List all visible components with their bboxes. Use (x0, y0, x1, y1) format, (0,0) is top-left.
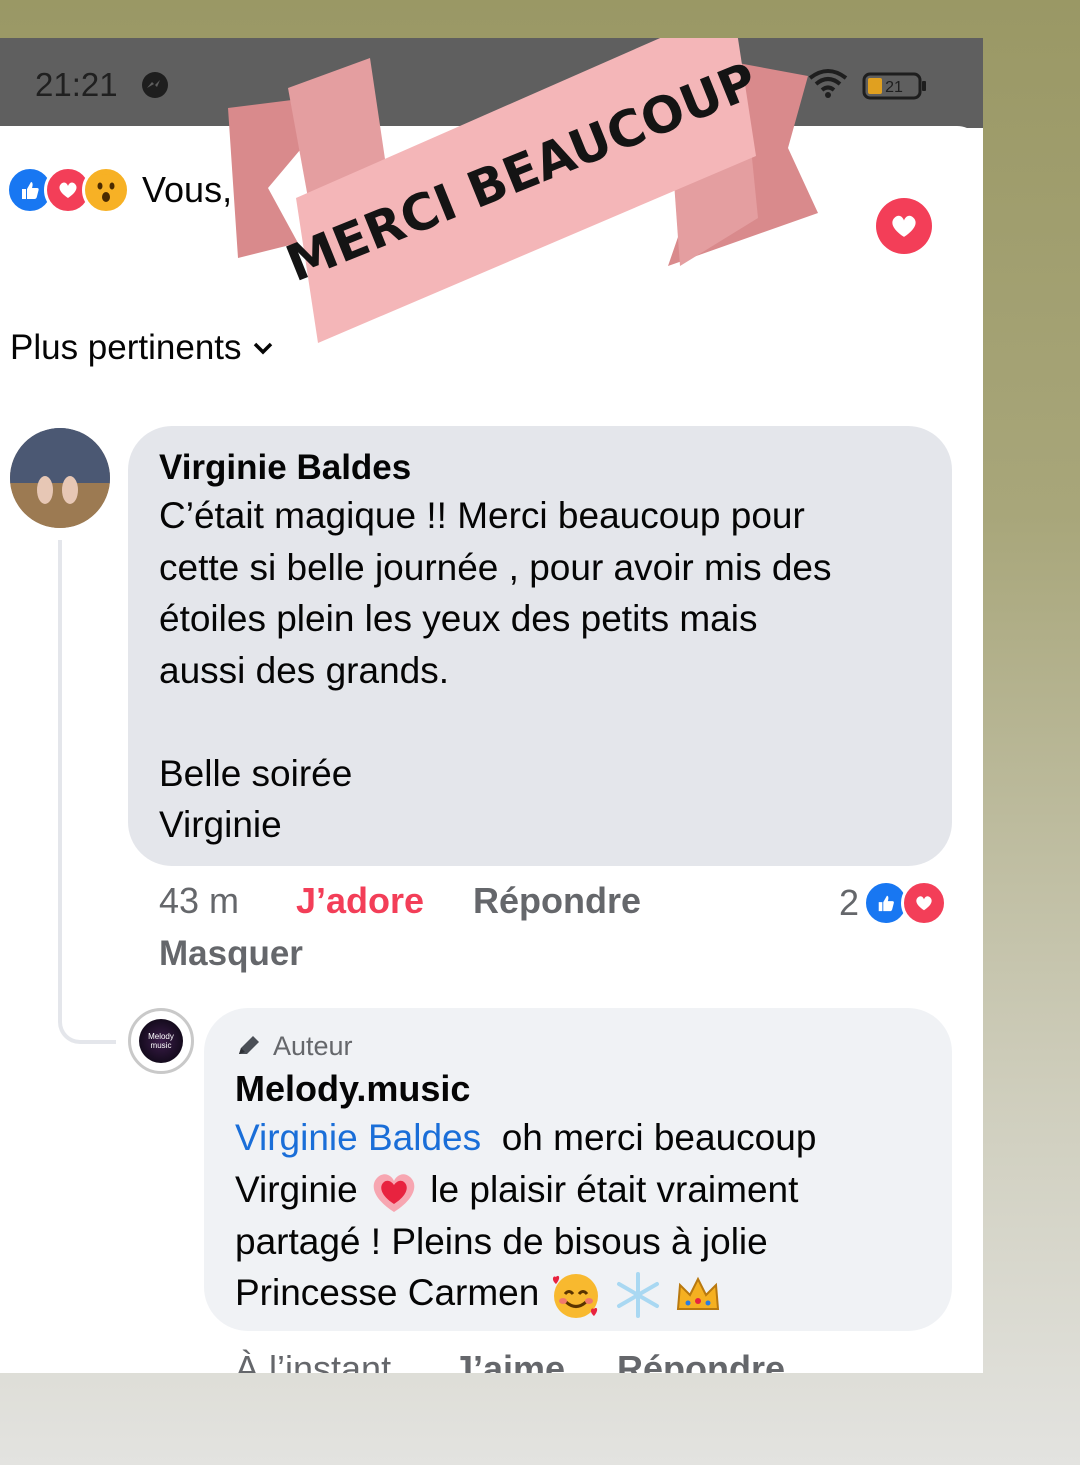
heart-icon (892, 215, 916, 237)
reactions-summary[interactable]: Vous, L (6, 166, 262, 214)
comment-text: C’était magique !! Merci beaucoup pour c… (159, 495, 832, 845)
pen-icon (239, 1036, 259, 1054)
avatar-virginie[interactable] (10, 428, 110, 528)
avatar-logo-text: Melody music (139, 1019, 183, 1063)
reaction-count-number: 2 (839, 882, 860, 923)
reply-author[interactable]: Melody.music (235, 1066, 922, 1112)
smiling-face-with-hearts-emoji (552, 1274, 598, 1319)
reply-text-line2b: le plaisir était vraiment (430, 1168, 799, 1210)
author-badge: Auteur (235, 1026, 922, 1066)
reply-time: À l’instant (235, 1348, 392, 1373)
status-time: 21:21 (35, 66, 118, 103)
reply-text-line4: Princesse Carmen (235, 1272, 540, 1314)
reply-text-line3: partagé ! Pleins de bisous à jolie (235, 1220, 768, 1262)
love-button[interactable]: J’adore (296, 880, 424, 922)
thread-line (58, 540, 116, 1044)
phone-screen: 21:21 21 Vous, L Plus pertinents Virgini… (0, 38, 983, 1373)
reply-bubble[interactable]: Auteur Melody.music Virginie Baldes oh m… (204, 1008, 952, 1331)
reply-button[interactable]: Répondre (473, 880, 641, 922)
reply-text-line2a: Virginie (235, 1168, 358, 1210)
crown-emoji (677, 1277, 720, 1311)
love-react-button[interactable] (876, 198, 932, 254)
comment-bubble[interactable]: Virginie Baldes C’était magique !! Merci… (128, 426, 952, 866)
hide-replies-button[interactable]: Masquer (159, 934, 303, 974)
growing-heart-emoji (373, 1173, 415, 1212)
merci-banner: MERCI BEAUCOUP (228, 38, 818, 343)
comment-time: 43 m (159, 880, 240, 921)
like-button[interactable]: J’aime (453, 1348, 565, 1373)
comment-author[interactable]: Virginie Baldes (159, 446, 922, 490)
mention-link[interactable]: Virginie Baldes (235, 1117, 481, 1158)
battery-icon: 21 (862, 72, 928, 100)
love-icon (901, 880, 948, 926)
reaction-count[interactable]: 2 (839, 880, 948, 926)
sort-label: Plus pertinents (10, 328, 242, 367)
snowflake-emoji (616, 1272, 659, 1319)
reply-text-line1: oh merci beaucoup (501, 1117, 817, 1158)
messenger-icon (142, 72, 168, 98)
battery-level: 21 (885, 79, 903, 96)
reply-button-2[interactable]: Répondre (617, 1348, 785, 1373)
author-badge-label: Auteur (273, 1030, 353, 1061)
reply-text: Virginie Baldes oh merci beaucoup Virgin… (235, 1112, 922, 1320)
wow-icon (82, 166, 130, 214)
avatar-melody-music[interactable]: Melody music (128, 1008, 194, 1074)
